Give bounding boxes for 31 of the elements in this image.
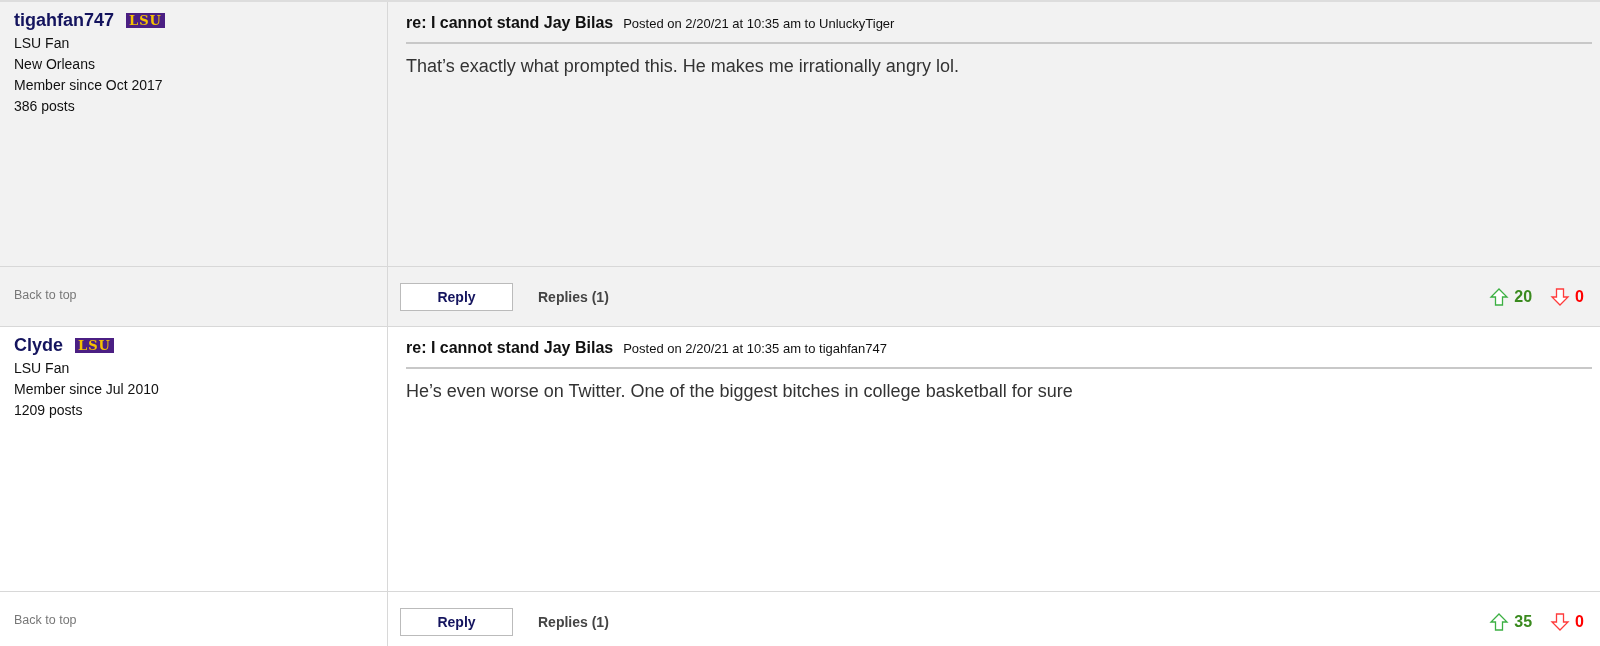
upvote-icon[interactable] xyxy=(1489,286,1510,307)
replies-link[interactable]: Replies (1) xyxy=(538,613,609,630)
downvote-icon[interactable] xyxy=(1550,611,1571,632)
team-logo: LSU xyxy=(75,338,114,353)
post-meta: Posted on 2/20/21 at 10:35 am to UnluckyTiger xyxy=(623,16,895,31)
username-link[interactable]: tigahfan747 xyxy=(14,10,115,31)
post-title: re: I cannot stand Jay Bilas xyxy=(406,339,614,357)
user-info: LSU Fan xyxy=(14,359,71,378)
user-info: LSU Fan xyxy=(14,34,71,53)
upvote-count: 35 xyxy=(1514,612,1533,631)
upvote-icon[interactable] xyxy=(1489,611,1510,632)
replies-link[interactable]: Replies (1) xyxy=(538,288,609,305)
reply-button[interactable]: Reply xyxy=(400,607,513,636)
user-info: Member since Oct 2017 xyxy=(14,76,164,95)
downvote-icon[interactable] xyxy=(1550,286,1571,307)
username-link[interactable]: Clyde xyxy=(14,335,64,356)
user-info: New Orleans xyxy=(14,55,96,74)
user-info: 386 posts xyxy=(14,97,76,116)
upvote-count: 20 xyxy=(1514,287,1533,306)
post-meta: Posted on 2/20/21 at 10:35 am to tigahfan747 xyxy=(623,341,887,356)
downvote-count: 0 xyxy=(1575,287,1584,306)
user-info: Member since Jul 2010 xyxy=(14,380,160,399)
post-title: re: I cannot stand Jay Bilas xyxy=(406,14,614,32)
user-info: 1209 posts xyxy=(14,401,84,420)
back-to-top-link[interactable]: Back to top xyxy=(14,612,77,627)
downvote-count: 0 xyxy=(1575,612,1584,631)
reply-button[interactable]: Reply xyxy=(400,282,513,311)
post-body: That’s exactly what prompted this. He makes me irrationally angry lol. xyxy=(406,56,960,77)
team-logo: LSU xyxy=(126,13,165,28)
back-to-top-link[interactable]: Back to top xyxy=(14,287,77,302)
post-body: He’s even worse on Twitter. One of the biggest bitches in college basketball for sure xyxy=(406,381,1074,402)
